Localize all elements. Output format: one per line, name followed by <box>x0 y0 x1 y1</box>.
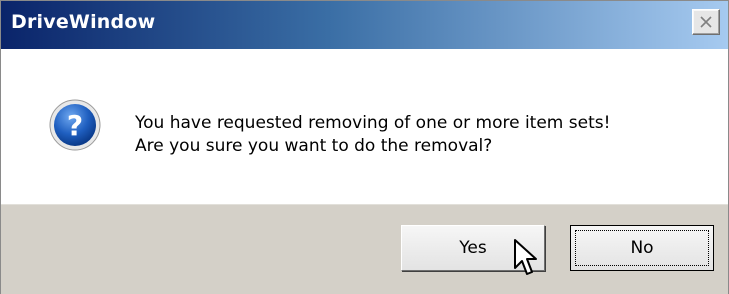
mouse-cursor-icon <box>514 239 537 275</box>
svg-text:?: ? <box>67 109 83 142</box>
window-title: DriveWindow <box>11 11 156 33</box>
no-button[interactable]: No <box>570 225 714 271</box>
dialog-content: ? You have requested removing of one or … <box>1 49 728 204</box>
message-line-1: You have requested removing of one or mo… <box>135 113 611 133</box>
close-icon <box>700 16 712 28</box>
no-button-label: No <box>630 238 654 258</box>
question-icon: ? <box>49 99 101 151</box>
dialog-message: You have requested removing of one or mo… <box>135 112 610 158</box>
button-bar: Yes No <box>1 204 728 294</box>
dialog-window: DriveWindow ? You have requested removin… <box>0 0 729 294</box>
title-bar[interactable]: DriveWindow <box>1 1 728 49</box>
message-line-2: Are you sure you want to do the removal? <box>135 136 493 156</box>
close-button[interactable] <box>692 9 720 35</box>
yes-button-label: Yes <box>459 238 487 258</box>
